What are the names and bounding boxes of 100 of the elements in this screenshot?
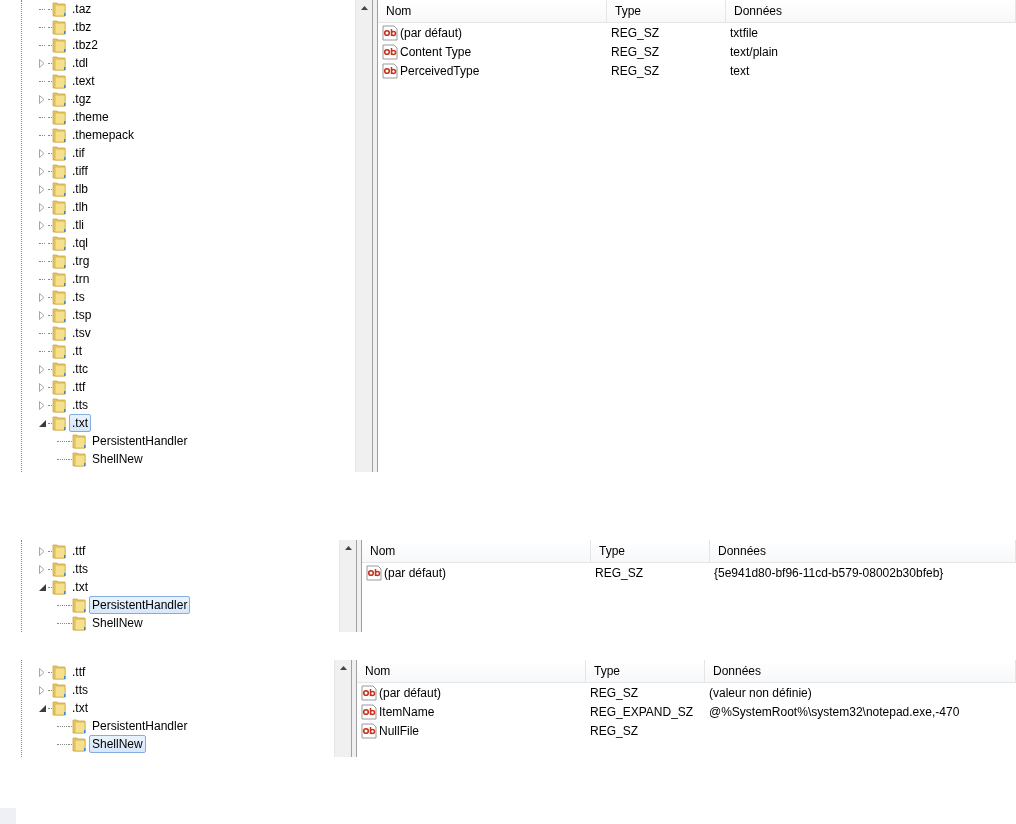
value-type: REG_SZ (589, 723, 639, 738)
tree-item[interactable]: .theme (69, 108, 112, 126)
value-type: REG_SZ (594, 565, 644, 580)
string-value-icon (366, 564, 382, 581)
tree-item[interactable]: .ttf (69, 542, 89, 560)
tree-item[interactable]: .tbz2 (69, 36, 101, 54)
tree-item[interactable]: .tts (69, 560, 91, 578)
tree-item[interactable]: .txt (69, 414, 91, 432)
folder-icon (52, 19, 67, 35)
value-name[interactable]: (par défaut) (379, 685, 442, 700)
column-header[interactable]: Données (726, 0, 1016, 22)
column-header[interactable]: Type (591, 540, 710, 562)
tree-item[interactable]: .tbz (69, 18, 95, 36)
folder-icon (72, 615, 87, 631)
scrollbar[interactable] (339, 540, 356, 632)
tree-item[interactable]: .taz (69, 0, 95, 18)
tree-item[interactable]: .tdl (69, 54, 91, 72)
expand-arrow-icon[interactable] (39, 148, 45, 158)
tree-item[interactable]: ShellNew (89, 735, 146, 753)
column-header[interactable]: Type (607, 0, 726, 22)
expand-arrow-icon[interactable] (39, 292, 45, 302)
tree-item[interactable]: .ttf (69, 378, 89, 396)
string-value-icon (382, 24, 398, 41)
expand-arrow-icon[interactable] (39, 220, 45, 230)
tree-item[interactable]: .ttf (69, 663, 89, 681)
folder-icon (52, 181, 67, 197)
tree-item[interactable]: .tli (69, 216, 87, 234)
column-header[interactable]: Données (710, 540, 1016, 562)
tree-item[interactable]: .txt (69, 578, 91, 596)
folder-icon (52, 73, 67, 89)
scrollbar[interactable] (334, 660, 351, 757)
folder-icon (52, 543, 67, 559)
expand-arrow-icon[interactable] (39, 667, 45, 677)
expand-arrow-icon[interactable] (39, 685, 45, 695)
tree-item[interactable]: .ts (69, 288, 88, 306)
tree-item[interactable]: PersistentHandler (89, 432, 191, 450)
expand-arrow-icon[interactable] (39, 184, 45, 194)
folder-icon (52, 145, 67, 161)
string-value-icon (361, 722, 377, 739)
folder-icon (52, 1, 67, 17)
expand-arrow-icon[interactable] (39, 58, 45, 68)
tree-item[interactable]: ShellNew (89, 614, 146, 632)
folder-icon (52, 235, 67, 251)
expand-arrow-icon[interactable] (39, 94, 45, 104)
folder-icon (52, 379, 67, 395)
tree-item[interactable]: .tif (69, 144, 88, 162)
tree-item[interactable]: .tlh (69, 198, 91, 216)
value-name[interactable]: Content Type (400, 44, 472, 59)
expand-arrow-icon[interactable] (39, 310, 45, 320)
tree-item[interactable]: .themepack (69, 126, 138, 144)
value-type: REG_SZ (610, 63, 660, 78)
folder-icon (52, 271, 67, 287)
scrollbar[interactable] (355, 0, 372, 472)
folder-icon (52, 325, 67, 341)
scroll-up-icon[interactable] (344, 546, 352, 550)
collapse-arrow-icon[interactable] (38, 419, 46, 427)
tree-item[interactable]: .tgz (69, 90, 95, 108)
tree-item[interactable]: .ttc (69, 360, 91, 378)
tree-item[interactable]: .trn (69, 270, 93, 288)
collapse-arrow-icon[interactable] (38, 583, 46, 591)
tree-item[interactable]: .tsp (69, 306, 95, 324)
tree-item[interactable]: .tql (69, 234, 91, 252)
expand-arrow-icon[interactable] (39, 546, 45, 556)
expand-arrow-icon[interactable] (39, 166, 45, 176)
folder-icon (52, 289, 67, 305)
expand-arrow-icon[interactable] (39, 382, 45, 392)
value-name[interactable]: PerceivedType (400, 63, 480, 78)
folder-icon (52, 361, 67, 377)
column-header[interactable]: Nom (362, 540, 591, 562)
expand-arrow-icon[interactable] (39, 202, 45, 212)
folder-icon (52, 415, 67, 431)
tree-item[interactable]: .tiff (69, 162, 91, 180)
expand-arrow-icon[interactable] (39, 364, 45, 374)
column-header[interactable]: Type (586, 660, 705, 682)
tree-item[interactable]: PersistentHandler (89, 717, 191, 735)
value-type: REG_SZ (610, 44, 660, 59)
scroll-up-icon[interactable] (339, 666, 347, 670)
value-name[interactable]: NullFile (379, 723, 419, 738)
expand-arrow-icon[interactable] (39, 400, 45, 410)
value-data: text (729, 63, 751, 78)
expand-arrow-icon[interactable] (39, 564, 45, 574)
folder-icon (52, 343, 67, 359)
tree-item[interactable]: .tt (69, 342, 85, 360)
scroll-up-icon[interactable] (360, 6, 368, 10)
value-name[interactable]: (par défaut) (384, 565, 447, 580)
value-name[interactable]: (par défaut) (400, 25, 463, 40)
value-name[interactable]: ItemName (379, 704, 435, 719)
tree-item[interactable]: .tts (69, 396, 91, 414)
tree-item[interactable]: PersistentHandler (89, 596, 191, 614)
tree-item[interactable]: .trg (69, 252, 93, 270)
tree-item[interactable]: .text (69, 72, 98, 90)
tree-item[interactable]: ShellNew (89, 450, 146, 468)
column-header[interactable]: Nom (357, 660, 586, 682)
tree-item[interactable]: .tsv (69, 324, 94, 342)
column-header[interactable]: Nom (378, 0, 607, 22)
column-header[interactable]: Données (705, 660, 1016, 682)
tree-item[interactable]: .tlb (69, 180, 91, 198)
tree-item[interactable]: .tts (69, 681, 91, 699)
collapse-arrow-icon[interactable] (38, 704, 46, 712)
tree-item[interactable]: .txt (69, 699, 91, 717)
